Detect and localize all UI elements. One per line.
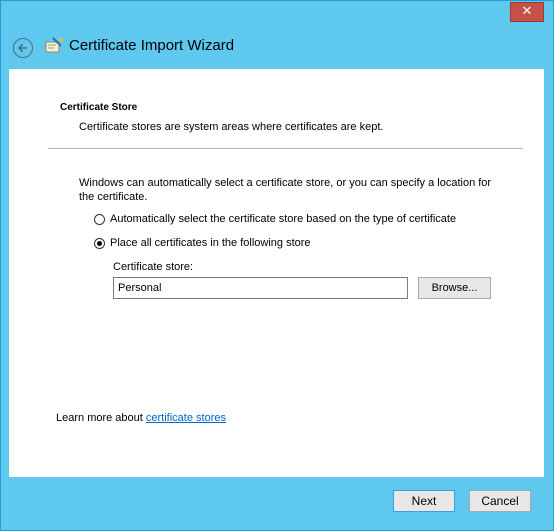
certificate-store-label: Certificate store: — [113, 261, 194, 273]
browse-button[interactable]: Browse... — [418, 277, 491, 299]
radio-label-place: Place all certificates in the following … — [110, 237, 311, 249]
intro-text: Windows can automatically select a certi… — [79, 177, 492, 203]
back-button[interactable] — [13, 38, 33, 58]
certificate-store-field[interactable]: Personal — [113, 277, 408, 299]
section-heading: Certificate Store — [60, 102, 138, 113]
radio-label-auto: Automatically select the certificate sto… — [110, 213, 457, 225]
wizard-window: ✕ Certificate Import Wizard Certificate … — [0, 0, 554, 531]
radio-auto-select[interactable]: Automatically select the certificate sto… — [94, 213, 456, 225]
next-button[interactable]: Next — [393, 490, 455, 512]
radio-button-unchecked[interactable] — [94, 213, 105, 225]
close-icon: ✕ — [521, 4, 533, 19]
cancel-button[interactable]: Cancel — [469, 490, 531, 512]
radio-place-all[interactable]: Place all certificates in the following … — [94, 237, 311, 249]
certificate-wizard-icon — [45, 37, 63, 53]
wizard-title: Certificate Import Wizard — [69, 37, 235, 54]
learn-more-prefix: Learn more about — [56, 412, 146, 424]
radio-button-checked[interactable] — [94, 237, 105, 249]
back-arrow-icon — [17, 43, 27, 53]
close-button[interactable]: ✕ — [510, 2, 544, 22]
section-description: Certificate stores are system areas wher… — [79, 121, 384, 133]
divider — [48, 148, 523, 149]
certificate-stores-link[interactable]: certificate stores — [146, 412, 226, 424]
learn-more-text: Learn more about certificate stores — [56, 412, 226, 424]
wizard-content: Certificate Store Certificate stores are… — [9, 69, 544, 477]
